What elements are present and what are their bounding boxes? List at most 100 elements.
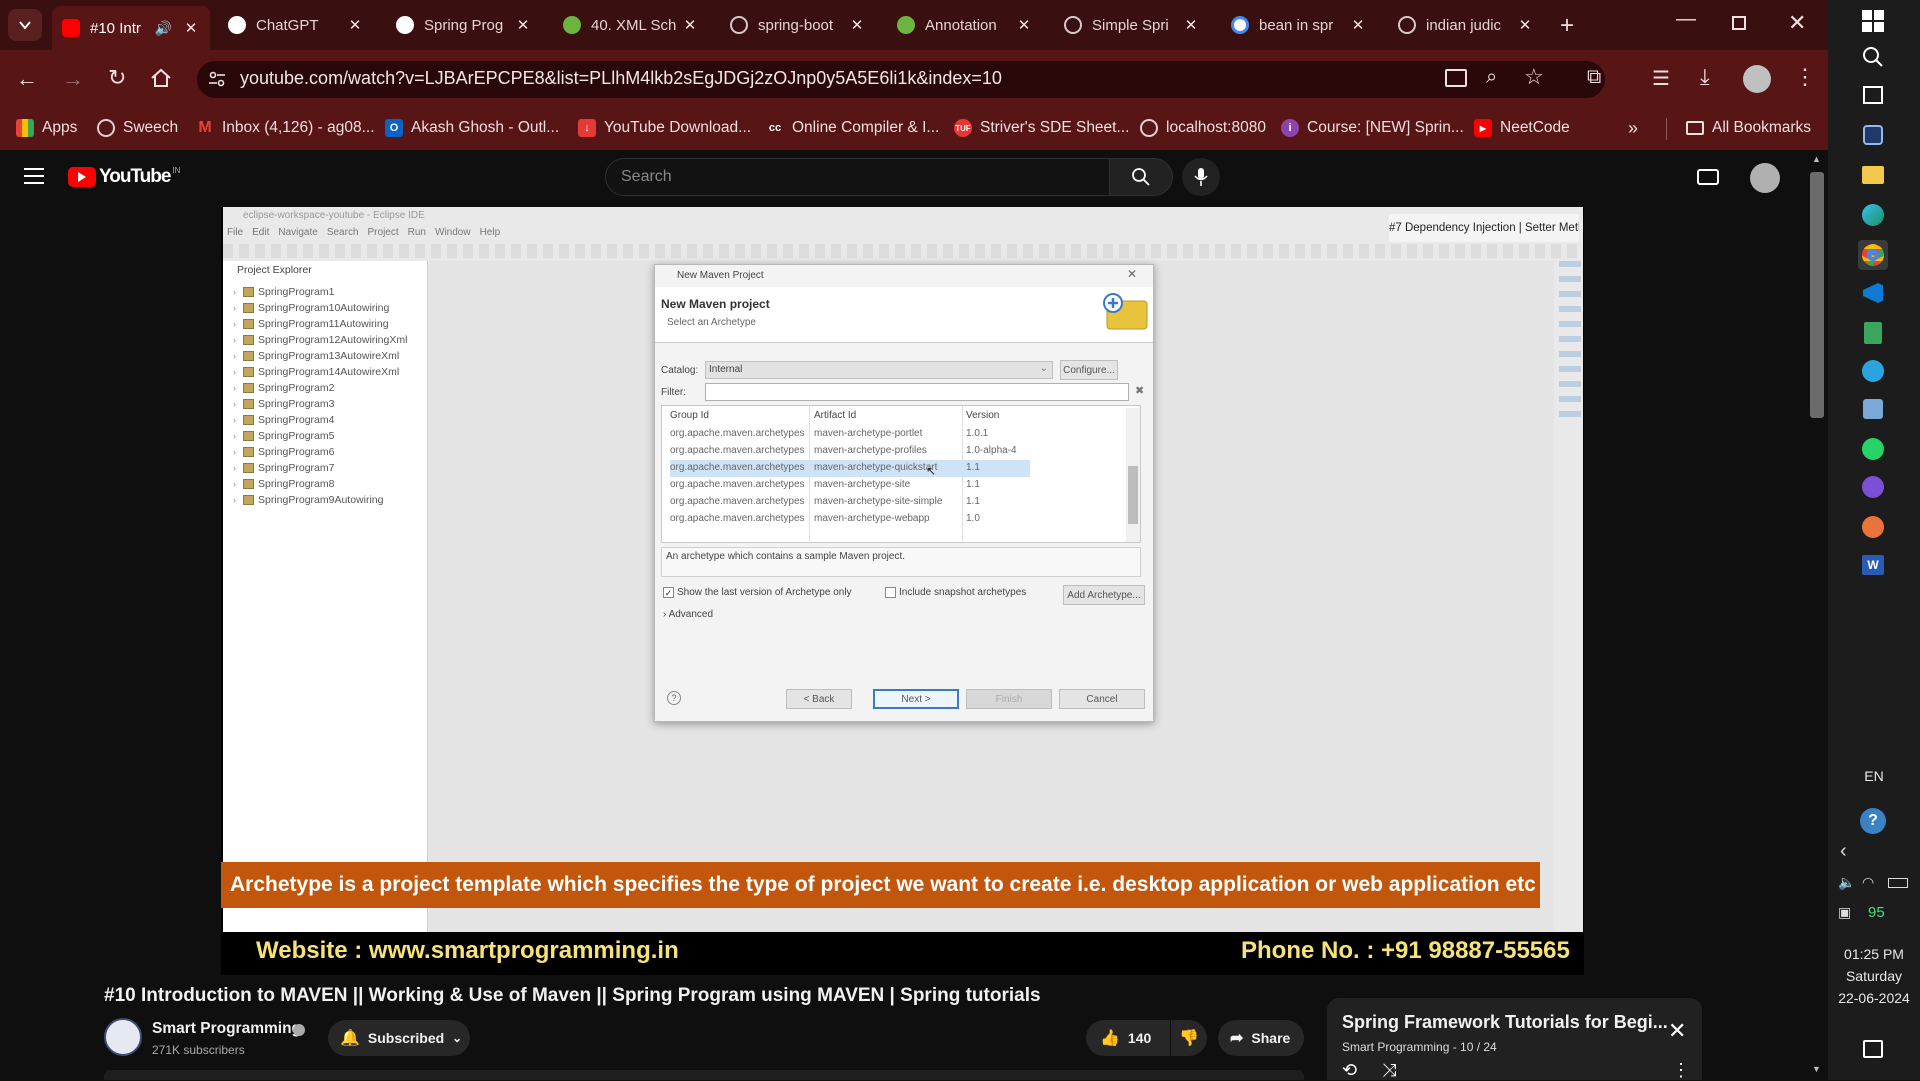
tab-simple-spring[interactable]: Simple Spri ✕ [1054,8,1210,42]
telegram-icon[interactable] [1858,356,1888,386]
windows-start-icon[interactable] [1858,6,1888,36]
site-info-icon[interactable] [208,70,226,88]
chrome-icon[interactable] [1858,240,1888,270]
bookmark-youtube-download[interactable]: ↓ YouTube Download... [578,116,751,140]
bookmark-striver[interactable]: TUF Striver's SDE Sheet... [954,116,1129,140]
reload-button[interactable]: ↻ [108,65,126,91]
vscode-icon[interactable] [1858,278,1888,308]
bookmark-apps[interactable]: Apps [16,116,77,140]
edge-icon[interactable] [1858,200,1888,230]
close-icon[interactable]: ✕ [1668,1018,1686,1044]
youtube-logo[interactable]: YouTube IN [68,166,180,188]
user-avatar[interactable] [1750,163,1780,193]
clock-time[interactable]: 01:25 PM [1828,946,1920,962]
speaker-icon[interactable]: 🔊 [155,20,172,37]
playlist-title[interactable]: Spring Framework Tutorials for Begi... [1342,1012,1668,1033]
chevron-left-icon[interactable]: ‹ [1840,840,1847,863]
tab-bean-in-spring[interactable]: bean in spr ✕ [1221,8,1377,42]
clock-date[interactable]: 22-06-2024 [1828,990,1920,1006]
scrollbar-thumb[interactable] [1810,172,1824,418]
tab-spring-program[interactable]: Spring Prog ✕ [386,8,542,42]
new-tab-button[interactable]: + [1560,12,1574,40]
bookmark-star-icon[interactable]: ☆ [1524,64,1544,90]
bookmark-course[interactable]: i Course: [NEW] Sprin... [1281,116,1464,140]
tab-search-button[interactable] [8,9,42,41]
tab-spring-boot[interactable]: spring-boot ✕ [720,8,876,42]
video-player[interactable]: eclipse-workspace-youtube - Eclipse IDE … [221,207,1584,975]
volume-icon[interactable]: 🔈 [1838,874,1855,891]
app-icon[interactable] [1858,394,1888,424]
restore-button[interactable] [1732,16,1746,30]
channel-avatar[interactable] [104,1018,142,1056]
close-icon[interactable]: ✕ [1182,16,1200,34]
close-icon[interactable]: ✕ [1349,16,1367,34]
close-icon[interactable]: ✕ [1015,16,1033,34]
language-indicator[interactable]: EN [1828,768,1920,784]
close-icon[interactable]: ✕ [346,16,364,34]
app-icon[interactable] [1858,512,1888,542]
app-icon[interactable] [1858,120,1888,150]
downloads-icon[interactable]: ⤓ [1700,64,1710,90]
search-icon[interactable] [1858,42,1888,72]
more-menu-icon[interactable]: ⋮ [1794,64,1816,90]
create-video-icon[interactable] [1697,169,1719,185]
loop-icon[interactable]: ⟲ [1342,1060,1357,1081]
search-input[interactable] [605,158,1110,196]
profile-avatar[interactable] [1743,65,1771,93]
voice-search-button[interactable] [1182,158,1220,196]
github-desktop-icon[interactable] [1858,472,1888,502]
notifications-icon[interactable] [1858,1034,1888,1064]
bookmarks-overflow-button[interactable]: » [1628,116,1638,140]
battery-icon[interactable] [1888,878,1908,888]
clock-day[interactable]: Saturday [1828,968,1920,984]
close-icon[interactable]: ✕ [681,16,699,34]
tab-annotation[interactable]: Annotation ✕ [887,8,1043,42]
bookmark-localhost[interactable]: localhost:8080 [1140,116,1266,140]
extensions-icon[interactable]: ⧉ [1587,66,1601,89]
whatsapp-icon[interactable] [1858,434,1888,464]
media-controls-icon[interactable]: ☰ [1652,66,1670,91]
dislike-button[interactable]: 👎 [1171,1020,1207,1056]
battery-saver-icon[interactable]: ▣ [1838,904,1851,921]
tab-xml-schema[interactable]: 40. XML Sch ✕ [553,8,709,42]
word-icon[interactable]: W [1858,550,1888,580]
zoom-icon[interactable]: ⌕ [1486,66,1497,89]
shuffle-icon[interactable]: ⤨ [1382,1060,1396,1081]
advanced-label: Advanced [668,609,714,620]
home-button[interactable] [150,68,172,88]
subscribed-button[interactable]: 🔔 Subscribed ⌄ [328,1020,470,1056]
url-text[interactable]: youtube.com/watch?v=LJBArEPCPE8&list=PLl… [240,68,1002,89]
task-view-icon[interactable] [1858,80,1888,110]
install-app-icon[interactable] [1445,69,1467,87]
tab-indian-judiciary[interactable]: indian judic ✕ [1388,8,1544,42]
tab-chatgpt[interactable]: ChatGPT ✕ [218,8,374,42]
channel-name[interactable]: Smart Programming [152,1020,301,1038]
bookmark-neetcode[interactable]: ▶ NeetCode [1474,116,1570,140]
wifi-icon[interactable]: ◠ [1862,874,1874,891]
close-window-button[interactable]: ✕ [1788,10,1806,36]
like-button[interactable]: 👍 140 [1086,1020,1170,1056]
forward-button[interactable]: → [62,66,84,92]
file-explorer-icon[interactable] [1858,160,1888,190]
scroll-down-arrow[interactable]: ▼ [1812,1064,1821,1074]
bookmark-outlook[interactable]: O Akash Ghosh - Outl... [385,116,559,140]
back-button[interactable]: ← [16,66,38,92]
close-icon[interactable]: ✕ [1516,16,1534,34]
bookmark-gmail[interactable]: M Inbox (4,126) - ag08... [196,116,374,140]
all-bookmarks-button[interactable]: All Bookmarks [1686,116,1811,140]
bookmark-online-compiler[interactable]: cc Online Compiler & I... [766,116,939,140]
tab-youtube-video[interactable]: #10 Intr 🔊 ✕ [52,6,210,50]
tab-label: indian judic [1426,16,1502,34]
help-icon[interactable]: ? [1858,806,1888,836]
minimize-button[interactable]: — [1676,8,1696,31]
search-button[interactable] [1109,158,1173,196]
scroll-up-arrow[interactable]: ▲ [1812,154,1821,164]
share-button[interactable]: ➦ Share [1218,1020,1304,1056]
more-options-icon[interactable]: ⋮ [1672,1060,1690,1081]
close-icon[interactable]: ✕ [848,16,866,34]
menu-icon[interactable] [24,168,44,184]
notepad-icon[interactable] [1858,318,1888,348]
close-icon[interactable]: ✕ [182,19,200,37]
bookmark-sweech[interactable]: Sweech [97,116,178,140]
close-icon[interactable]: ✕ [514,16,532,34]
